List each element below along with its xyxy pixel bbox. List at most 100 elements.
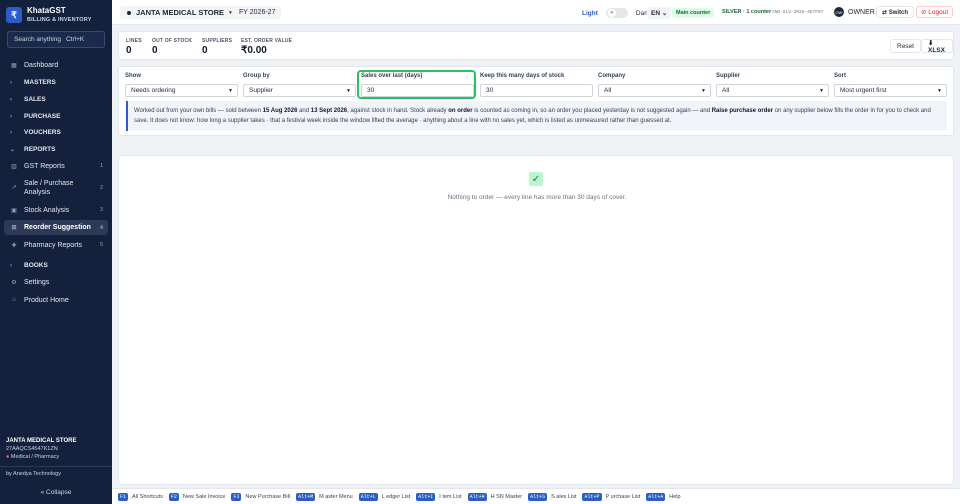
sidebar-item-label: Sale / Purchase Analysis xyxy=(24,180,74,196)
shortcut-key: Alt+S xyxy=(528,492,548,501)
shortcut-key: Alt+A xyxy=(646,492,666,501)
stat-label: SUPPLIERS xyxy=(202,38,233,44)
shortcut-key: Alt+H xyxy=(467,492,487,501)
supplier-select[interactable]: All ▼ xyxy=(716,84,829,97)
check-icon: ✓ xyxy=(529,172,543,186)
note-emphasis: Raise purchase order xyxy=(711,108,774,114)
app: ₹ KhataGST BILLING & INVENTORY Search an… xyxy=(0,0,960,504)
chevron-right-icon: › xyxy=(10,79,12,86)
sidebar-item-label: Pharmacy Reports xyxy=(24,241,82,249)
logout-button[interactable]: ⊘ Logout xyxy=(916,6,954,18)
sidebar-group-purchase[interactable]: › PURCHASE xyxy=(4,110,108,123)
stat-out-of-stock: OUT OF STOCK 0 xyxy=(152,38,192,56)
select-value: Supplier xyxy=(249,87,273,94)
grid-icon: ▦ xyxy=(11,62,17,69)
sidebar-item-label: Stock Analysis xyxy=(24,206,70,214)
sidebar-group-label: VOUCHERS xyxy=(24,129,61,136)
shortcut-alt-h[interactable]: Alt+H H SN Master xyxy=(467,492,522,501)
search-placeholder: Search anything xyxy=(14,36,61,43)
shortcut-label: M aster Menu xyxy=(319,493,353,500)
sidebar-item-dashboard[interactable]: ▦ Dashboard xyxy=(4,58,108,72)
export-xlsx-button[interactable]: ⬇ XLSX xyxy=(921,39,953,54)
sidebar-item-label: GST Reports xyxy=(24,162,65,170)
stat-value: ₹0.00 xyxy=(241,45,267,56)
search-input[interactable]: Search anything Ctrl+K xyxy=(7,31,105,48)
results-panel: ✓ Nothing to order — every line has more… xyxy=(118,155,954,485)
sidebar: ₹ KhataGST BILLING & INVENTORY Search an… xyxy=(0,0,112,504)
shortcut-f3[interactable]: F3 New Purchase Bill xyxy=(231,492,290,501)
shortcut-number: 1 xyxy=(99,163,103,169)
shortcut-f1[interactable]: F1 All Shortcuts xyxy=(118,492,163,501)
sidebar-group-vouchers[interactable]: › VOUCHERS xyxy=(4,126,108,139)
show-select[interactable]: Needs ordering ▼ xyxy=(125,84,238,97)
empty-state-message: Nothing to order — every line has more t… xyxy=(447,194,627,201)
company-select[interactable]: All ▼ xyxy=(598,84,711,97)
avatar[interactable]: OW xyxy=(834,7,844,17)
pill-icon: ✚ xyxy=(11,242,17,249)
footer-category: Medical / Pharmacy xyxy=(10,454,60,460)
footer-divider xyxy=(0,466,112,467)
sidebar-group-masters[interactable]: › MASTERS xyxy=(4,76,108,89)
theme-toggle[interactable]: ☀ xyxy=(605,8,628,18)
sidebar-item-sale-purchase-analysis[interactable]: ↗ Sale / Purchase Analysis 2 xyxy=(4,176,108,200)
app-logo-icon: ₹ xyxy=(6,7,22,23)
sidebar-item-stock-analysis[interactable]: ▣ Stock Analysis 3 xyxy=(4,203,108,217)
store-dot-icon xyxy=(127,10,131,15)
sun-icon: ☀ xyxy=(607,9,616,17)
note-emphasis: on order xyxy=(448,108,473,114)
sidebar-item-gst-reports[interactable]: ▥ GST Reports 1 xyxy=(4,159,108,173)
stat-value: 0 xyxy=(126,45,132,56)
note-text: Worked out from your own bills — sold be… xyxy=(134,108,263,114)
reset-button[interactable]: Reset xyxy=(890,39,921,53)
note-text: is counted as coming in, so an order you… xyxy=(472,108,712,114)
sidebar-item-settings[interactable]: ⚙ Settings xyxy=(4,275,108,289)
shortcut-bar: F1 All Shortcuts F2 New Sale Invoice F3 New… xyxy=(112,488,960,504)
pill-icon: ● xyxy=(6,454,10,460)
sidebar-group-books[interactable]: › BOOKS xyxy=(4,259,108,272)
stat-label: OUT OF STOCK xyxy=(152,38,193,44)
language-value: EN xyxy=(651,10,661,17)
shortcut-alt-a[interactable]: Alt+A Help xyxy=(646,492,681,501)
search-shortcut: Ctrl+K xyxy=(65,36,85,43)
shortcut-label: New Sale Invoice xyxy=(182,493,226,500)
shortcut-f2[interactable]: F2 New Sale Invoice xyxy=(168,492,226,501)
sales-days-input[interactable]: 30 xyxy=(361,84,474,97)
shortcut-alt-m[interactable]: Alt+M M aster Menu xyxy=(296,492,353,501)
shortcut-alt-s[interactable]: Alt+S S ales List xyxy=(528,492,576,501)
select-value: All xyxy=(722,87,730,94)
info-note: Worked out from your own bills — sold be… xyxy=(126,101,947,131)
chevron-right-icon: › xyxy=(10,262,12,269)
sidebar-item-label: Product Home xyxy=(24,296,69,304)
gear-icon: ⚙ xyxy=(11,279,17,286)
filter-show: Show Needs ordering ▼ xyxy=(125,73,238,97)
sidebar-item-product-home[interactable]: ⌂ Product Home xyxy=(4,293,108,307)
input-value: 30 xyxy=(486,87,494,94)
collapse-sidebar-button[interactable]: « Collapse xyxy=(0,489,112,496)
shortcut-alt-i[interactable]: Alt+I I tem List xyxy=(416,492,462,501)
sidebar-group-reports[interactable]: ⌄ REPORTS xyxy=(4,143,108,156)
sidebar-item-reorder-suggestion[interactable]: ⊞ Reorder Suggestion 4 xyxy=(4,220,108,235)
caret-down-icon: ▼ xyxy=(819,87,824,94)
shortcut-number: 3 xyxy=(99,207,103,213)
sort-select[interactable]: Most urgent first ▼ xyxy=(834,84,947,97)
keep-days-input[interactable]: 30 xyxy=(480,84,593,97)
cart-icon: ⊞ xyxy=(11,225,17,231)
shortcut-label: P urchase List xyxy=(605,493,641,500)
shortcut-alt-l[interactable]: Alt+L L edger List xyxy=(358,492,410,501)
stat-value: 0 xyxy=(152,45,158,56)
shortcut-key: F1 xyxy=(118,492,129,501)
shortcut-alt-p[interactable]: Alt+P P urchase List xyxy=(582,492,641,501)
switch-button[interactable]: ⇄ Switch xyxy=(876,6,915,18)
group-by-select[interactable]: Supplier ▼ xyxy=(243,84,356,97)
financial-year-selector[interactable]: FY 2026-27 xyxy=(233,6,282,19)
caret-down-icon: ▾ xyxy=(229,9,232,16)
sidebar-item-label: Settings xyxy=(24,278,50,286)
sidebar-group-sales[interactable]: › SALES xyxy=(4,93,108,106)
sidebar-item-pharmacy-reports[interactable]: ✚ Pharmacy Reports 5 xyxy=(4,238,108,252)
chevron-down-icon: ⌄ xyxy=(661,10,668,17)
language-selector[interactable]: EN ⌄ xyxy=(647,7,672,19)
store-switcher[interactable]: JANTA MEDICAL STORE ▾ xyxy=(120,6,239,19)
stat-label: EST. ORDER VALUE xyxy=(241,38,293,44)
chevron-right-icon: › xyxy=(10,129,12,136)
caret-down-icon: ▼ xyxy=(346,87,351,94)
